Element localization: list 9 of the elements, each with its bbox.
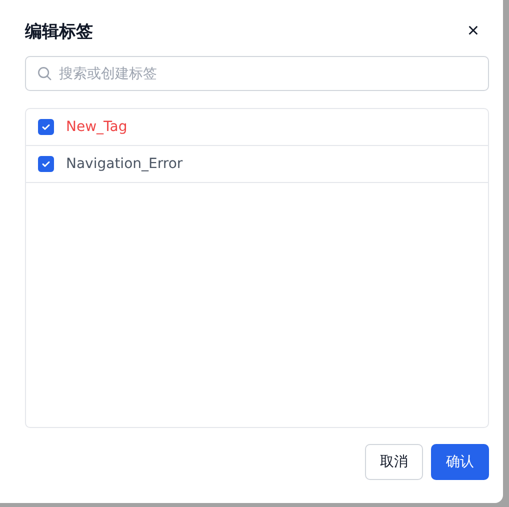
cancel-button[interactable]: 取消	[365, 444, 423, 480]
close-button[interactable]: ×	[463, 21, 483, 41]
tag-label[interactable]: New_Tag	[66, 119, 128, 135]
checkbox[interactable]	[38, 119, 54, 135]
dialog-title: 编辑标签	[25, 20, 93, 42]
confirm-button[interactable]: 确认	[431, 444, 489, 480]
search-field[interactable]: 搜索或创建标签	[25, 56, 489, 91]
tag-label[interactable]: Navigation_Error	[66, 156, 183, 172]
checkbox[interactable]	[38, 156, 54, 172]
